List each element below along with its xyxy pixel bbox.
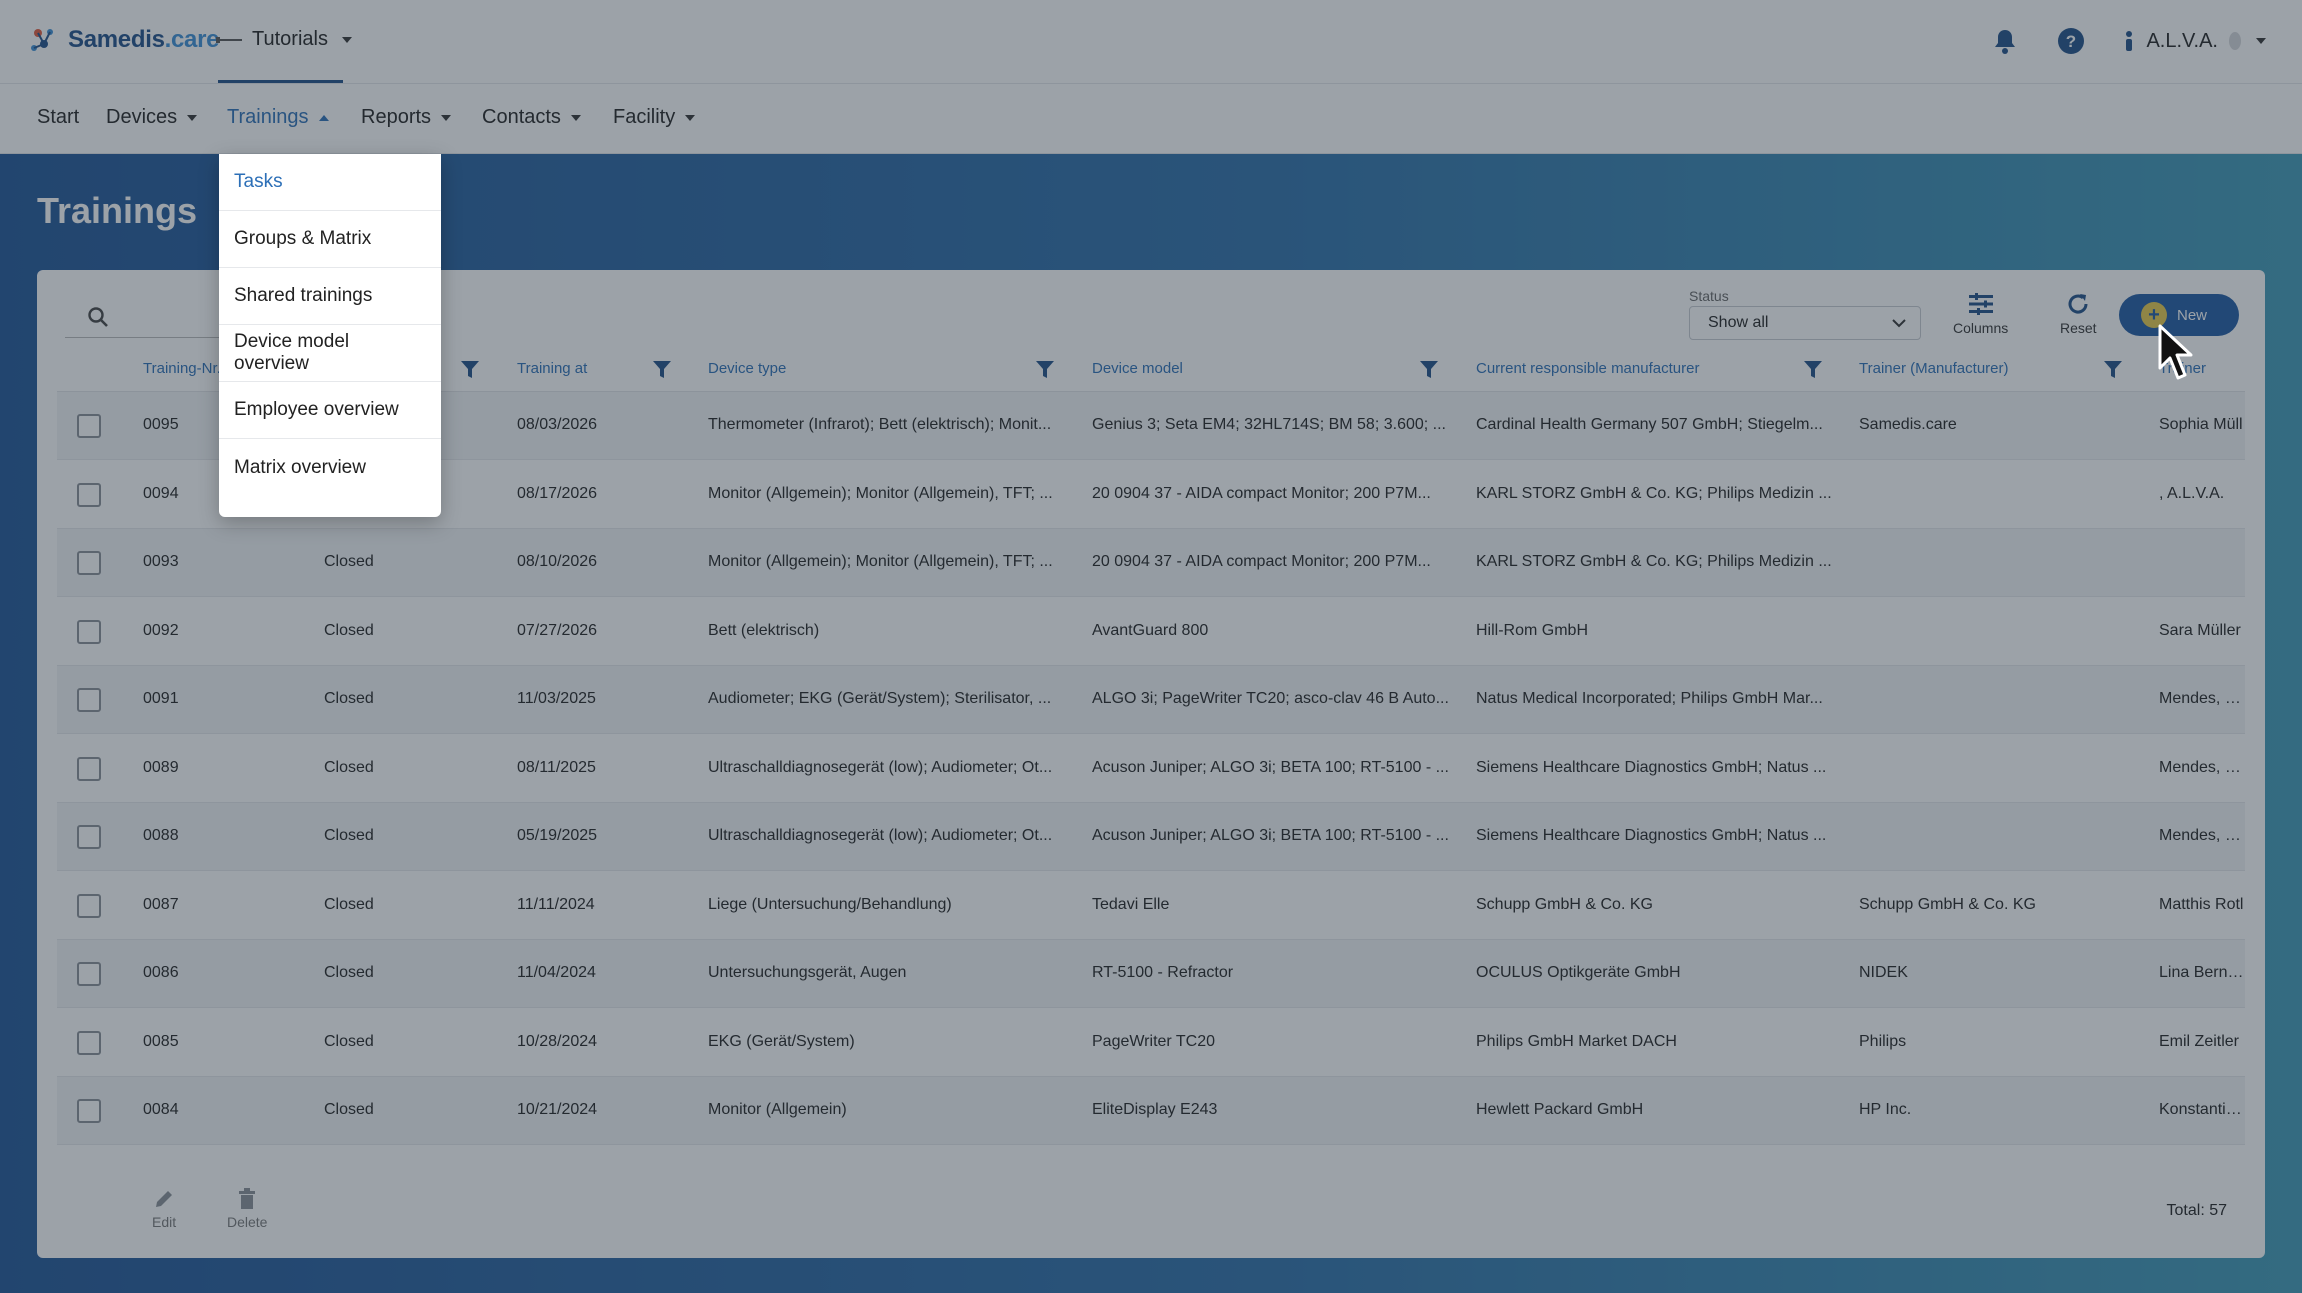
trainings-dropdown-menu: Tasks Groups & Matrix Shared trainings D…: [219, 154, 441, 517]
menu-item-label: Employee overview: [234, 399, 399, 420]
menu-item-device-model-overview[interactable]: Device model overview: [219, 325, 441, 382]
menu-item-shared-trainings[interactable]: Shared trainings: [219, 268, 441, 325]
menu-item-label: Tasks: [234, 171, 283, 192]
menu-item-label: Device model overview: [234, 331, 350, 374]
menu-item-label: Shared trainings: [234, 285, 373, 306]
menu-item-groups-matrix[interactable]: Groups & Matrix: [219, 211, 441, 268]
menu-item-tasks[interactable]: Tasks: [219, 154, 441, 211]
menu-item-employee-overview[interactable]: Employee overview: [219, 382, 441, 439]
menu-item-label: Groups & Matrix: [234, 228, 372, 249]
menu-item-label: Matrix overview: [234, 456, 366, 478]
menu-item-matrix-overview[interactable]: Matrix overview: [219, 439, 441, 496]
mouse-cursor-icon: [2158, 324, 2193, 380]
